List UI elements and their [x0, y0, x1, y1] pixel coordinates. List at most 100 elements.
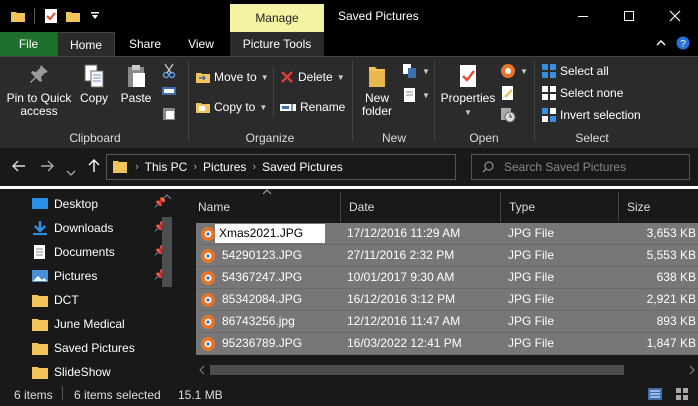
- tab-share[interactable]: Share: [122, 32, 168, 56]
- scroll-left-icon[interactable]: [198, 365, 206, 375]
- pin-icon: [30, 65, 48, 83]
- ribbon-right-controls: ?: [656, 36, 690, 50]
- organize-group-label: Organize: [245, 131, 295, 145]
- nav-item-june-medical[interactable]: June Medical: [32, 312, 162, 336]
- status-selected-count: 6 items selected: [74, 388, 161, 402]
- file-size: 3,653 KB: [646, 226, 696, 240]
- new-folder-quick-icon[interactable]: [63, 6, 83, 26]
- pin-quick-access-button[interactable]: Pin to Quick access: [4, 63, 74, 118]
- details-view-icon[interactable]: [648, 388, 662, 400]
- tab-home[interactable]: Home: [57, 32, 115, 56]
- address-row: › This PC › Pictures › Saved Pictures Se…: [0, 148, 698, 186]
- history-icon: [501, 108, 516, 123]
- properties-quick-icon[interactable]: [41, 6, 61, 26]
- breadcrumb-separator[interactable]: ›: [135, 161, 139, 173]
- chevron-down-icon: [66, 170, 76, 176]
- properties-label: Properties: [440, 91, 496, 105]
- up-button[interactable]: [88, 159, 100, 176]
- open-with-button[interactable]: ▼: [500, 63, 528, 79]
- help-icon[interactable]: ?: [676, 36, 690, 50]
- nav-scrollbar[interactable]: [160, 193, 174, 378]
- minimize-icon: [578, 16, 588, 17]
- organize-separator: [273, 67, 274, 117]
- close-button[interactable]: [652, 0, 698, 32]
- edit-button[interactable]: [500, 85, 516, 101]
- tab-picture-tools[interactable]: Picture Tools: [230, 32, 324, 56]
- breadcrumb-saved-pictures[interactable]: Saved Pictures: [262, 160, 343, 174]
- table-row[interactable]: 54290123.JPG 27/11/2016 2:32 PM JPG File…: [196, 245, 698, 267]
- organize-group: Move to ▼ Copy to ▼ Delete ▼ Rename Orga…: [190, 57, 350, 149]
- scroll-right-icon[interactable]: [688, 365, 696, 375]
- nav-item-label: SlideShow: [54, 365, 111, 379]
- folder-icon: [32, 367, 48, 379]
- breadcrumb-separator[interactable]: ›: [252, 161, 256, 173]
- nav-item-documents[interactable]: Documents 📌: [32, 240, 166, 264]
- easy-access-button[interactable]: ▼: [402, 87, 430, 103]
- nav-item-dct[interactable]: DCT: [32, 288, 162, 312]
- properties-icon: [460, 65, 476, 87]
- tab-file[interactable]: File: [0, 32, 57, 56]
- breadcrumb-this-pc[interactable]: This PC: [145, 160, 188, 174]
- horizontal-scrollbar[interactable]: [196, 361, 698, 378]
- maximize-button[interactable]: [606, 0, 652, 32]
- large-icons-view-icon[interactable]: [676, 388, 688, 400]
- tab-manage[interactable]: Manage: [230, 4, 324, 32]
- customize-toolbar-icon[interactable]: [85, 6, 105, 26]
- copy-button[interactable]: Copy: [76, 63, 112, 105]
- horizontal-scrollbar-thumb[interactable]: [210, 365, 624, 375]
- nav-item-slideshow[interactable]: SlideShow: [32, 360, 162, 384]
- rename-input[interactable]: Xmas2021.JPG: [215, 224, 325, 243]
- paste-shortcut-button[interactable]: [162, 107, 176, 121]
- file-name: 86743256.jpg: [222, 314, 295, 328]
- select-all-button[interactable]: Select all: [542, 64, 609, 78]
- rename-button[interactable]: Rename: [280, 100, 345, 114]
- navigation-pane: Desktop 📌 Downloads 📌 Documents 📌 Pictur…: [0, 189, 178, 382]
- breadcrumb-pictures[interactable]: Pictures: [203, 160, 246, 174]
- collapse-ribbon-icon[interactable]: [656, 39, 666, 47]
- breadcrumb-separator[interactable]: ›: [193, 161, 197, 173]
- minimize-button[interactable]: [560, 0, 606, 32]
- new-group: New folder ▼ ▼ New: [354, 57, 434, 149]
- new-folder-label-1: New: [364, 91, 389, 105]
- edit-icon: [502, 86, 513, 100]
- column-date-label: Date: [349, 200, 375, 214]
- recent-locations-button[interactable]: [66, 163, 76, 179]
- tab-view[interactable]: View: [180, 32, 222, 56]
- open-group: Properties ▼ ▼ Open: [436, 57, 532, 149]
- address-bar[interactable]: › This PC › Pictures › Saved Pictures: [106, 154, 456, 180]
- nav-scrollbar-thumb[interactable]: [162, 217, 172, 287]
- copy-to-button[interactable]: Copy to ▼: [196, 100, 267, 114]
- nav-item-desktop[interactable]: Desktop 📌: [32, 192, 166, 216]
- nav-item-saved-pictures[interactable]: Saved Pictures: [32, 336, 162, 360]
- table-row[interactable]: Xmas2021.JPG 17/12/2016 11:29 AM JPG Fil…: [196, 223, 698, 245]
- column-header-date[interactable]: Date: [341, 192, 501, 222]
- delete-button[interactable]: Delete ▼: [280, 70, 345, 84]
- copy-path-icon: [162, 87, 176, 95]
- column-header-name[interactable]: Name: [190, 192, 341, 222]
- column-header-type[interactable]: Type: [501, 192, 619, 222]
- column-header-size[interactable]: Size: [619, 192, 698, 222]
- history-button[interactable]: [500, 107, 516, 123]
- forward-button[interactable]: [40, 159, 54, 175]
- nav-item-pictures[interactable]: Pictures 📌: [32, 264, 166, 288]
- properties-button[interactable]: Properties ▼: [440, 63, 496, 119]
- search-box[interactable]: Search Saved Pictures: [471, 154, 690, 180]
- move-to-button[interactable]: Move to ▼: [196, 70, 269, 84]
- scroll-up-icon[interactable]: [160, 193, 174, 201]
- table-row[interactable]: 54367247.JPG 10/01/2017 9:30 AM JPG File…: [196, 267, 698, 289]
- pictures-icon: [32, 270, 48, 282]
- copy-path-button[interactable]: [162, 85, 176, 97]
- paste-button[interactable]: Paste: [118, 63, 154, 105]
- table-row[interactable]: 86743256.jpg 12/12/2016 11:47 AM JPG Fil…: [196, 311, 698, 333]
- back-button[interactable]: [12, 159, 26, 175]
- clipboard-group-label: Clipboard: [69, 131, 121, 145]
- select-none-button[interactable]: Select none: [542, 86, 623, 100]
- cut-button[interactable]: [162, 63, 176, 79]
- new-folder-button[interactable]: New folder: [358, 63, 396, 118]
- open-dropdown-icon: ▼: [520, 66, 528, 76]
- nav-item-downloads[interactable]: Downloads 📌: [32, 216, 166, 240]
- invert-selection-button[interactable]: Invert selection: [542, 108, 641, 122]
- table-row[interactable]: 85342084.JPG 16/12/2016 3:12 PM JPG File…: [196, 289, 698, 311]
- table-row[interactable]: 95236789.JPG 16/03/2022 12:41 PM JPG Fil…: [196, 333, 698, 355]
- new-item-button[interactable]: ▼: [402, 63, 430, 79]
